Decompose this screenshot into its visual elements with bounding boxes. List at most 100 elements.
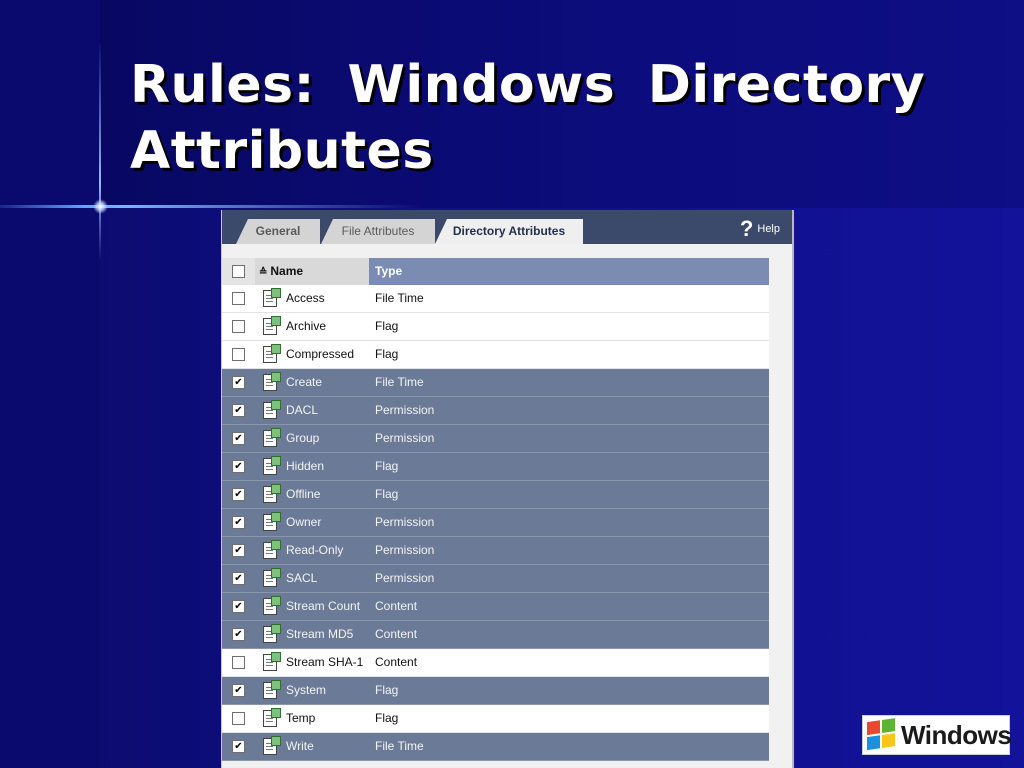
row-check-cell: ✔ <box>222 677 255 704</box>
row-checkbox[interactable]: ✔ <box>232 432 245 445</box>
attribute-file-icon <box>263 344 281 363</box>
row-check-cell <box>222 341 255 368</box>
table-row[interactable]: ✔ Offline Flag <box>222 481 769 509</box>
attribute-name: Archive <box>286 319 327 333</box>
attribute-file-icon <box>263 652 281 671</box>
table-row[interactable]: ✔ Hidden Flag <box>222 453 769 481</box>
name-cell: Compressed <box>256 341 368 368</box>
attribute-type: Flag <box>375 711 399 725</box>
name-cell: Stream MD5 <box>256 621 368 648</box>
tab-directory-attributes[interactable]: Directory Attributes <box>435 219 583 244</box>
table-row[interactable]: ✔ System Flag <box>222 677 769 705</box>
attribute-file-icon <box>263 316 281 335</box>
attribute-file-icon <box>263 624 281 643</box>
table-row[interactable]: ✔ Stream Count Content <box>222 593 769 621</box>
attribute-name: Compressed <box>286 347 355 361</box>
type-column-header[interactable]: Type <box>375 258 402 285</box>
windows-logo: Windows <box>862 715 1012 755</box>
help-label: Help <box>757 223 780 235</box>
name-cell: Write <box>256 733 368 760</box>
table-row[interactable]: ✔ DACL Permission <box>222 397 769 425</box>
row-checkbox[interactable] <box>232 320 245 333</box>
table-row[interactable]: ✔ Group Permission <box>222 425 769 453</box>
attribute-type: Permission <box>375 543 435 557</box>
row-checkbox[interactable]: ✔ <box>232 740 245 753</box>
attribute-name: DACL <box>286 403 319 417</box>
name-cell: Offline <box>256 481 368 508</box>
select-all-cell <box>222 258 255 285</box>
name-cell: Owner <box>256 509 368 536</box>
help-link[interactable]: ? Help <box>740 217 780 241</box>
row-checkbox[interactable] <box>232 656 245 669</box>
sort-ascending-icon: ≙ <box>259 267 268 278</box>
attribute-type: File Time <box>375 739 424 753</box>
row-checkbox[interactable]: ✔ <box>232 488 245 501</box>
table-row[interactable]: Access File Time <box>222 285 769 313</box>
row-checkbox[interactable] <box>232 292 245 305</box>
table-row[interactable]: ✔ SACL Permission <box>222 565 769 593</box>
row-checkbox[interactable] <box>232 712 245 725</box>
name-cell: Stream Count <box>256 593 368 620</box>
name-cell: SACL <box>256 565 368 592</box>
row-checkbox[interactable]: ✔ <box>232 628 245 641</box>
row-checkbox[interactable] <box>232 348 245 361</box>
attribute-type: Permission <box>375 403 435 417</box>
table-row[interactable]: Stream SHA-1 Content <box>222 649 769 677</box>
attribute-type: Flag <box>375 683 399 697</box>
table-row[interactable]: ✔ Create File Time <box>222 369 769 397</box>
tab-general[interactable]: General <box>236 219 320 244</box>
windows-flag-icon <box>867 718 897 752</box>
row-checkbox[interactable]: ✔ <box>232 460 245 473</box>
name-cell: Stream SHA-1 <box>256 649 368 676</box>
row-checkbox[interactable]: ✔ <box>232 516 245 529</box>
name-column-header[interactable]: ≙ Name <box>255 258 369 285</box>
attribute-name: Read-Only <box>286 543 344 557</box>
name-cell: Hidden <box>256 453 368 480</box>
row-checkbox[interactable]: ✔ <box>232 376 245 389</box>
tab-file-attributes[interactable]: File Attributes <box>321 219 435 244</box>
attribute-file-icon <box>263 456 281 475</box>
attribute-name: Stream MD5 <box>286 627 354 641</box>
table-row[interactable]: ✔ Write File Time <box>222 733 769 761</box>
attribute-name: Stream SHA-1 <box>286 655 364 669</box>
row-check-cell <box>222 705 255 732</box>
attribute-file-icon <box>263 512 281 531</box>
name-cell: Read-Only <box>256 537 368 564</box>
attribute-type: Permission <box>375 571 435 585</box>
table-row[interactable]: ✔ Stream MD5 Content <box>222 621 769 649</box>
attribute-type: Permission <box>375 515 435 529</box>
row-check-cell: ✔ <box>222 593 255 620</box>
select-all-checkbox[interactable] <box>232 265 245 278</box>
slide-title: Rules: Windows Directory Attributes <box>130 55 926 181</box>
row-checkbox[interactable]: ✔ <box>232 404 245 417</box>
attribute-type: Permission <box>375 431 435 445</box>
row-check-cell: ✔ <box>222 733 255 760</box>
attributes-table: ≙ Name Type Access File Time Archive Flag Com… <box>222 258 769 761</box>
table-row[interactable]: Compressed Flag <box>222 341 769 369</box>
table-row[interactable]: ✔ Owner Permission <box>222 509 769 537</box>
attribute-type: Flag <box>375 319 399 333</box>
attribute-name: Owner <box>286 515 322 529</box>
row-checkbox[interactable]: ✔ <box>232 684 245 697</box>
row-checkbox[interactable]: ✔ <box>232 544 245 557</box>
attribute-type: Flag <box>375 487 399 501</box>
row-checkbox[interactable]: ✔ <box>232 600 245 613</box>
table-row[interactable]: Archive Flag <box>222 313 769 341</box>
row-check-cell: ✔ <box>222 425 255 452</box>
sparkle-decoration <box>93 199 108 214</box>
attribute-name: SACL <box>286 571 318 585</box>
attribute-file-icon <box>263 708 281 727</box>
attribute-file-icon <box>263 288 281 307</box>
row-check-cell <box>222 285 255 312</box>
attribute-file-icon <box>263 680 281 699</box>
windows-logo-text: Windows <box>901 720 1012 750</box>
row-check-cell: ✔ <box>222 565 255 592</box>
row-checkbox[interactable]: ✔ <box>232 572 245 585</box>
row-check-cell: ✔ <box>222 509 255 536</box>
attribute-type: Content <box>375 627 418 641</box>
name-cell: Group <box>256 425 368 452</box>
name-column-label: Name <box>270 264 304 278</box>
table-row[interactable]: Temp Flag <box>222 705 769 733</box>
name-cell: System <box>256 677 368 704</box>
table-row[interactable]: ✔ Read-Only Permission <box>222 537 769 565</box>
